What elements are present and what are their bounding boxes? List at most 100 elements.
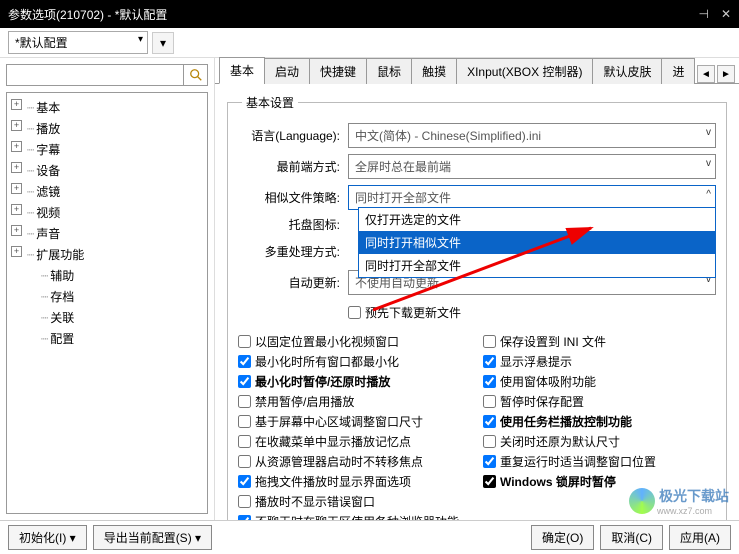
language-combo[interactable]: 中文(简体) - Chinese(Simplified).iniv [348, 123, 716, 148]
expand-icon[interactable]: + [11, 99, 22, 110]
check-label: Windows 锁屏时暂停 [500, 473, 616, 490]
expand-icon[interactable]: + [11, 246, 22, 257]
tree-item-视频[interactable]: +┈视频 [11, 202, 203, 223]
check-option[interactable]: 关闭时还原为默认尺寸 [483, 433, 716, 450]
checkbox[interactable] [238, 375, 251, 388]
check-option[interactable]: 使用任务栏播放控制功能 [483, 413, 716, 430]
tab-prev-button[interactable]: ◄ [697, 65, 715, 83]
topmost-combo[interactable]: 全屏时总在最前端v [348, 154, 716, 179]
check-label: 禁用暂停/启用播放 [255, 393, 354, 410]
checkbox[interactable] [238, 515, 251, 520]
checks-right-column: 保存设置到 INI 文件显示浮悬提示使用窗体吸附功能暂停时保存配置使用任务栏播放… [483, 330, 716, 520]
tree-item-扩展功能[interactable]: +┈扩展功能 [11, 244, 203, 265]
check-option[interactable]: 最小化时暂停/还原时播放 [238, 373, 471, 390]
tab-1[interactable]: 启动 [264, 58, 310, 84]
tree-item-播放[interactable]: +┈播放 [11, 118, 203, 139]
check-option[interactable]: 在收藏菜单中显示播放记忆点 [238, 433, 471, 450]
close-icon[interactable]: ✕ [721, 7, 731, 21]
check-label: 使用窗体吸附功能 [500, 373, 596, 390]
checkbox[interactable] [238, 395, 251, 408]
checkbox[interactable] [483, 335, 496, 348]
expand-icon[interactable]: + [11, 225, 22, 236]
checkbox[interactable] [238, 355, 251, 368]
check-option[interactable]: 使用窗体吸附功能 [483, 373, 716, 390]
check-label: 使用任务栏播放控制功能 [500, 413, 632, 430]
language-label: 语言(Language): [238, 127, 348, 144]
checkbox[interactable] [483, 435, 496, 448]
chevron-down-icon: v [706, 127, 711, 138]
check-option[interactable]: 从资源管理器启动时不转移焦点 [238, 453, 471, 470]
check-option[interactable]: 最小化时所有窗口都最小化 [238, 353, 471, 370]
dropdown-option[interactable]: 仅打开选定的文件 [359, 208, 715, 231]
check-option[interactable]: Windows 锁屏时暂停 [483, 473, 716, 490]
expand-icon[interactable]: + [11, 204, 22, 215]
tab-next-button[interactable]: ► [717, 65, 735, 83]
tab-7[interactable]: 进 [661, 58, 695, 84]
check-option[interactable]: 播放时不显示错误窗口 [238, 493, 471, 510]
check-option[interactable]: 拖拽文件播放时显示界面选项 [238, 473, 471, 490]
checkbox[interactable] [483, 395, 496, 408]
preset-combo[interactable]: *默认配置 [8, 31, 148, 54]
checkbox[interactable] [483, 455, 496, 468]
dropdown-option[interactable]: 同时打开相似文件 [359, 231, 715, 254]
checkbox[interactable] [483, 475, 496, 488]
checkbox[interactable] [238, 435, 251, 448]
check-option[interactable]: 保存设置到 INI 文件 [483, 333, 716, 350]
check-option[interactable]: 不聊天时在聊天区使用各种浏览器功能 [238, 513, 471, 520]
tab-3[interactable]: 鼠标 [366, 58, 412, 84]
cancel-button[interactable]: 取消(C) [600, 525, 663, 550]
tree-item-滤镜[interactable]: +┈滤镜 [11, 181, 203, 202]
checkbox[interactable] [483, 355, 496, 368]
similar-files-dropdown[interactable]: 仅打开选定的文件同时打开相似文件同时打开全部文件 [358, 207, 716, 278]
tab-2[interactable]: 快捷键 [309, 58, 367, 84]
tree-item-关联[interactable]: ┈关联 [11, 307, 203, 328]
tree-item-label: 视频 [36, 206, 60, 220]
tree-item-设备[interactable]: +┈设备 [11, 160, 203, 181]
check-option[interactable]: 以固定位置最小化视频窗口 [238, 333, 471, 350]
preset-add-button[interactable]: ▾ [152, 32, 174, 54]
checkbox[interactable] [238, 495, 251, 508]
check-label: 显示浮悬提示 [500, 353, 572, 370]
check-option[interactable]: 暂停时保存配置 [483, 393, 716, 410]
checkbox[interactable] [483, 415, 496, 428]
expand-icon[interactable]: + [11, 183, 22, 194]
tab-0[interactable]: 基本 [219, 57, 265, 84]
checkbox[interactable] [238, 415, 251, 428]
init-button[interactable]: 初始化(I) ▾ [8, 525, 87, 550]
tree-item-辅助[interactable]: ┈辅助 [11, 265, 203, 286]
nav-tree[interactable]: +┈基本+┈播放+┈字幕+┈设备+┈滤镜+┈视频+┈声音+┈扩展功能┈辅助┈存档… [6, 92, 208, 514]
expand-icon[interactable]: + [11, 120, 22, 131]
check-option[interactable]: 重复运行时适当调整窗口位置 [483, 453, 716, 470]
expand-icon[interactable]: + [11, 162, 22, 173]
check-option[interactable]: 显示浮悬提示 [483, 353, 716, 370]
checks-left-column: 以固定位置最小化视频窗口最小化时所有窗口都最小化最小化时暂停/还原时播放禁用暂停… [238, 330, 471, 520]
check-option[interactable]: 禁用暂停/启用播放 [238, 393, 471, 410]
check-label: 基于屏幕中心区域调整窗口尺寸 [255, 413, 423, 430]
tree-item-基本[interactable]: +┈基本 [11, 97, 203, 118]
tree-item-存档[interactable]: ┈存档 [11, 286, 203, 307]
ok-button[interactable]: 确定(O) [531, 525, 594, 550]
predownload-check[interactable]: 预先下载更新文件 [348, 304, 461, 321]
check-label: 重复运行时适当调整窗口位置 [500, 453, 656, 470]
export-button[interactable]: 导出当前配置(S) ▾ [93, 525, 212, 550]
apply-button[interactable]: 应用(A) [669, 525, 731, 550]
checkbox[interactable] [238, 455, 251, 468]
tree-item-配置[interactable]: ┈配置 [11, 328, 203, 349]
tab-4[interactable]: 触摸 [411, 58, 457, 84]
check-option[interactable]: 基于屏幕中心区域调整窗口尺寸 [238, 413, 471, 430]
tree-item-字幕[interactable]: +┈字幕 [11, 139, 203, 160]
pin-icon[interactable]: ⊣ [698, 7, 708, 21]
preset-value: *默认配置 [15, 36, 68, 50]
search-button[interactable] [183, 65, 207, 85]
checkbox[interactable] [483, 375, 496, 388]
tab-6[interactable]: 默认皮肤 [592, 58, 662, 84]
search-input[interactable] [7, 65, 183, 85]
expand-icon[interactable]: + [11, 141, 22, 152]
sidebar: +┈基本+┈播放+┈字幕+┈设备+┈滤镜+┈视频+┈声音+┈扩展功能┈辅助┈存档… [0, 58, 215, 520]
dropdown-option[interactable]: 同时打开全部文件 [359, 254, 715, 277]
tab-5[interactable]: XInput(XBOX 控制器) [456, 58, 593, 84]
window-title: 参数选项(210702) - *默认配置 [8, 6, 167, 23]
checkbox[interactable] [238, 335, 251, 348]
checkbox[interactable] [238, 475, 251, 488]
tree-item-声音[interactable]: +┈声音 [11, 223, 203, 244]
